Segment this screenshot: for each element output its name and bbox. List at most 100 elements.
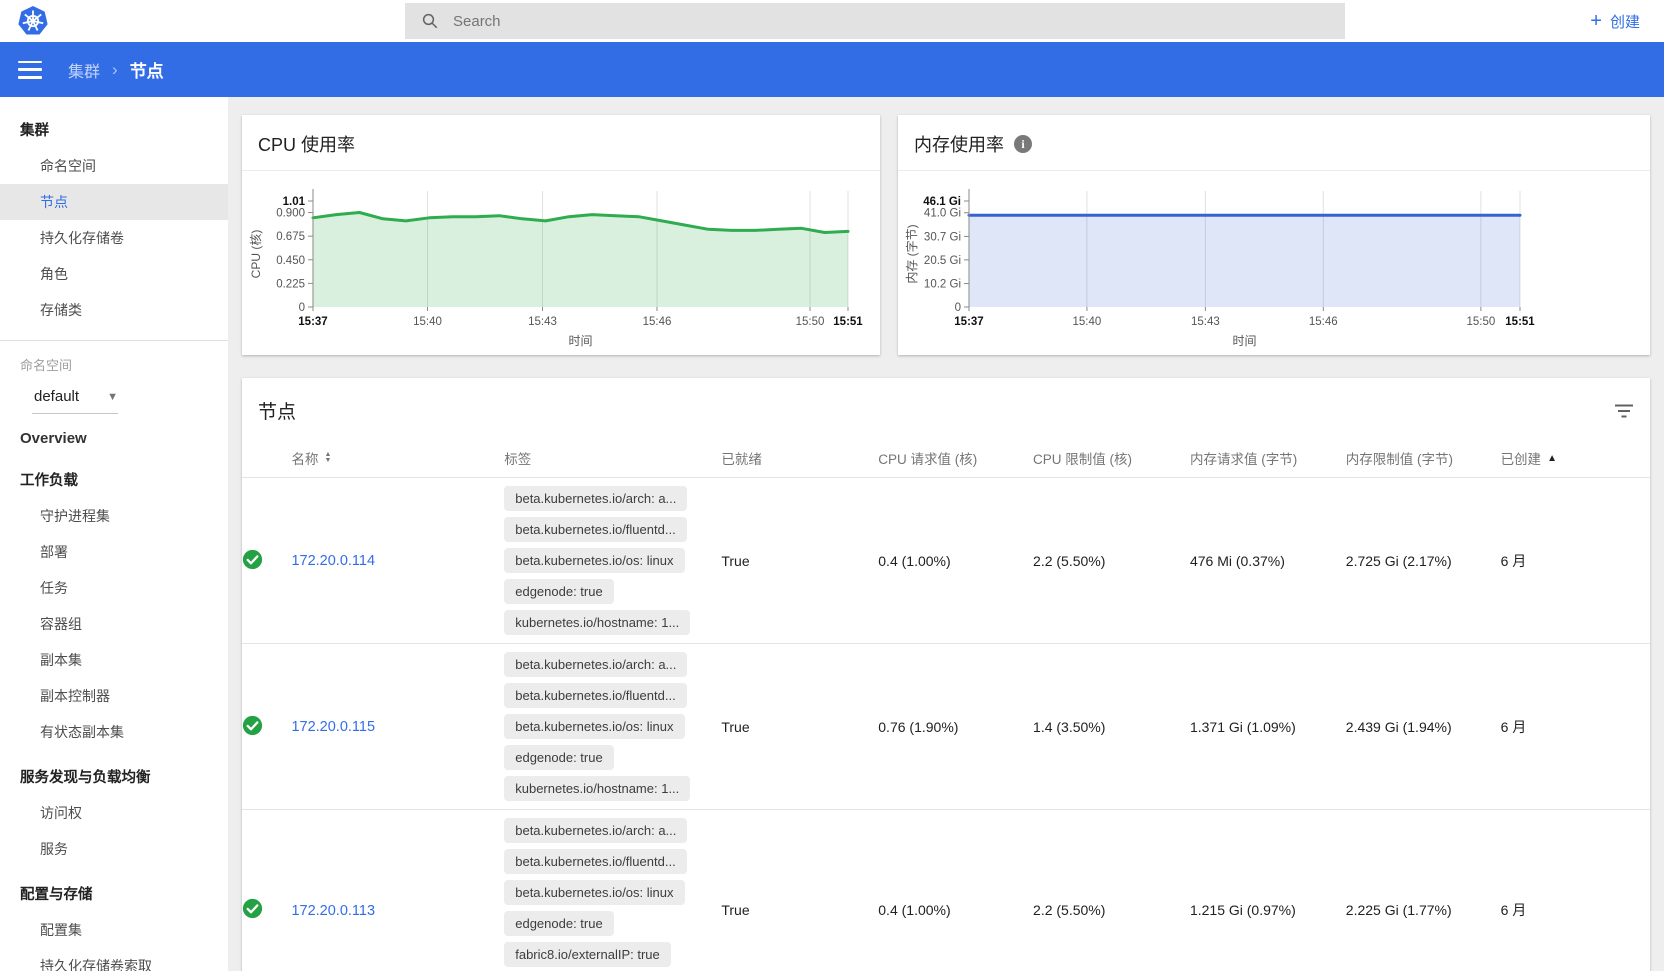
svg-text:0.225: 0.225 xyxy=(276,278,305,290)
mem-limits-cell: 2.725 Gi (2.17%) xyxy=(1346,478,1501,644)
label-chip: beta.kubernetes.io/fluentd... xyxy=(504,683,686,708)
svg-text:1.01: 1.01 xyxy=(283,196,306,208)
svg-text:0.450: 0.450 xyxy=(276,255,305,267)
svg-text:15:51: 15:51 xyxy=(833,316,863,328)
label-chip: beta.kubernetes.io/os: linux xyxy=(504,548,684,573)
table-row: 172.20.0.115beta.kubernetes.io/arch: a..… xyxy=(242,644,1650,810)
nodes-table-title: 节点 xyxy=(258,397,296,424)
status-ok-icon xyxy=(242,715,263,736)
svg-text:CPU (核): CPU (核) xyxy=(249,230,263,279)
namespace-select-value: default xyxy=(34,388,79,405)
sidebar: 集群 命名空间节点持久化存储卷角色存储类 命名空间 default ▼ Over… xyxy=(0,97,228,971)
sidebar-item[interactable]: 部署 xyxy=(0,534,228,570)
table-row: 172.20.0.113beta.kubernetes.io/arch: a..… xyxy=(242,810,1650,971)
svg-text:15:50: 15:50 xyxy=(796,316,825,328)
create-button-label: 创建 xyxy=(1610,11,1640,32)
sidebar-item-overview[interactable]: Overview xyxy=(0,414,228,453)
sidebar-item[interactable]: 角色 xyxy=(0,256,228,292)
sidebar-item[interactable]: 容器组 xyxy=(0,606,228,642)
label-chip: edgenode: true xyxy=(504,745,613,770)
status-ok-icon xyxy=(242,549,263,570)
nodes-card: 节点 名称▲▼ xyxy=(242,378,1650,971)
sidebar-item[interactable]: 任务 xyxy=(0,570,228,606)
label-chip: beta.kubernetes.io/fluentd... xyxy=(504,517,686,542)
search-bar[interactable] xyxy=(405,3,1345,39)
svg-text:0: 0 xyxy=(955,302,961,314)
mem-requests-cell: 1.215 Gi (0.97%) xyxy=(1190,810,1346,971)
cpu-limits-cell: 1.4 (3.50%) xyxy=(1033,644,1190,810)
column-header-name[interactable]: 名称▲▼ xyxy=(291,439,504,478)
sidebar-header-cluster[interactable]: 集群 xyxy=(0,103,228,148)
sidebar-item[interactable]: 服务 xyxy=(0,831,228,867)
label-chip: beta.kubernetes.io/fluentd... xyxy=(504,849,686,874)
breadcrumb-parent[interactable]: 集群 xyxy=(68,58,100,82)
label-chip: kubernetes.io/hostname: 1... xyxy=(504,610,690,635)
svg-text:30.7 Gi: 30.7 Gi xyxy=(924,231,961,243)
svg-text:15:46: 15:46 xyxy=(643,316,672,328)
kubernetes-logo-icon xyxy=(17,5,49,37)
svg-text:20.5 Gi: 20.5 Gi xyxy=(924,255,961,267)
sidebar-item[interactable]: 命名空间 xyxy=(0,148,228,184)
label-chip: edgenode: true xyxy=(504,911,613,936)
sidebar-item[interactable]: 持久化存储卷索取 xyxy=(0,948,228,971)
svg-text:41.0 Gi: 41.0 Gi xyxy=(924,208,961,220)
info-icon[interactable]: i xyxy=(1014,135,1032,153)
sidebar-item[interactable]: 副本集 xyxy=(0,642,228,678)
ready-cell: True xyxy=(721,810,878,971)
column-header-cpu-limits: CPU 限制值 (核) xyxy=(1033,439,1190,478)
column-header-cpu-requests: CPU 请求值 (核) xyxy=(878,439,1033,478)
node-name-link[interactable]: 172.20.0.114 xyxy=(291,553,375,569)
label-chip: edgenode: true xyxy=(504,579,613,604)
column-header-mem-limits: 内存限制值 (字节) xyxy=(1346,439,1501,478)
search-input[interactable] xyxy=(453,13,1253,30)
column-header-labels: 标签 xyxy=(504,439,721,478)
mem-requests-cell: 1.371 Gi (1.09%) xyxy=(1190,644,1346,810)
namespace-select[interactable]: default ▼ xyxy=(32,386,118,414)
node-name-link[interactable]: 172.20.0.113 xyxy=(291,903,375,919)
cpu-chart-title: CPU 使用率 xyxy=(258,131,355,157)
sidebar-item[interactable]: 访问权 xyxy=(0,795,228,831)
sidebar-item[interactable]: 副本控制器 xyxy=(0,678,228,714)
cpu-limits-cell: 2.2 (5.50%) xyxy=(1033,810,1190,971)
table-row: 172.20.0.114 beta.kubernetes.io/arch: a..… xyxy=(242,478,1650,644)
menu-icon[interactable] xyxy=(18,61,42,79)
svg-text:0.675: 0.675 xyxy=(276,231,305,243)
svg-text:15:51: 15:51 xyxy=(1505,316,1535,328)
sidebar-item[interactable]: 持久化存储卷 xyxy=(0,220,228,256)
sidebar-section-header: 工作负载 xyxy=(0,453,228,498)
cpu-usage-chart: 00.2250.4500.6750.9001.0115:3715:4015:43… xyxy=(242,171,878,354)
label-chip: fabric8.io/externalIP: true xyxy=(504,942,671,967)
label-chip: beta.kubernetes.io/arch: a... xyxy=(504,486,687,511)
cpu-usage-card: CPU 使用率 00.2250.4500.6750.9001.0115:3715… xyxy=(242,115,880,355)
cpu-requests-cell: 0.76 (1.90%) xyxy=(878,644,1033,810)
column-header-mem-requests: 内存请求值 (字节) xyxy=(1190,439,1346,478)
memory-chart-title: 内存使用率 xyxy=(914,131,1004,157)
svg-text:0.900: 0.900 xyxy=(276,208,305,220)
filter-icon[interactable] xyxy=(1614,403,1634,419)
namespace-label: 命名空间 xyxy=(0,345,228,376)
svg-text:15:40: 15:40 xyxy=(1073,316,1102,328)
cpu-limits-cell: 2.2 (5.50%) xyxy=(1033,478,1190,644)
svg-text:时间: 时间 xyxy=(1232,334,1256,348)
sidebar-item[interactable]: 节点 xyxy=(0,184,228,220)
sort-updown-icon[interactable]: ▲▼ xyxy=(324,452,331,464)
age-cell: 6 月 xyxy=(1501,478,1650,644)
svg-text:46.1 Gi: 46.1 Gi xyxy=(923,196,961,208)
create-button[interactable]: + 创建 xyxy=(1590,0,1640,42)
column-header-created[interactable]: 已创建▲ xyxy=(1501,439,1650,478)
memory-usage-chart: 0 10.2 Gi 20.5 Gi 30.7 Gi 41.0 Gi46.1 Gi 15:3… xyxy=(898,171,1550,354)
label-chip: kubernetes.io/hostname: 1... xyxy=(504,776,690,801)
svg-text:10.2 Gi: 10.2 Gi xyxy=(924,279,961,291)
node-name-link[interactable]: 172.20.0.115 xyxy=(291,719,375,735)
sidebar-item[interactable]: 配置集 xyxy=(0,912,228,948)
memory-usage-card: 内存使用率 i 0 10.2 Gi 20.5 Gi 30.7 Gi 41.0 Gi46.… xyxy=(898,115,1650,355)
chevron-down-icon: ▼ xyxy=(107,391,118,403)
sort-asc-icon: ▲ xyxy=(1547,453,1557,464)
sidebar-item[interactable]: 守护进程集 xyxy=(0,498,228,534)
mem-requests-cell: 476 Mi (0.37%) xyxy=(1190,478,1346,644)
breadcrumb: 集群 › 节点 xyxy=(68,57,164,82)
sidebar-item[interactable]: 有状态副本集 xyxy=(0,714,228,750)
sidebar-item[interactable]: 存储类 xyxy=(0,292,228,328)
svg-text:15:37: 15:37 xyxy=(954,316,983,328)
age-cell: 6 月 xyxy=(1501,644,1650,810)
